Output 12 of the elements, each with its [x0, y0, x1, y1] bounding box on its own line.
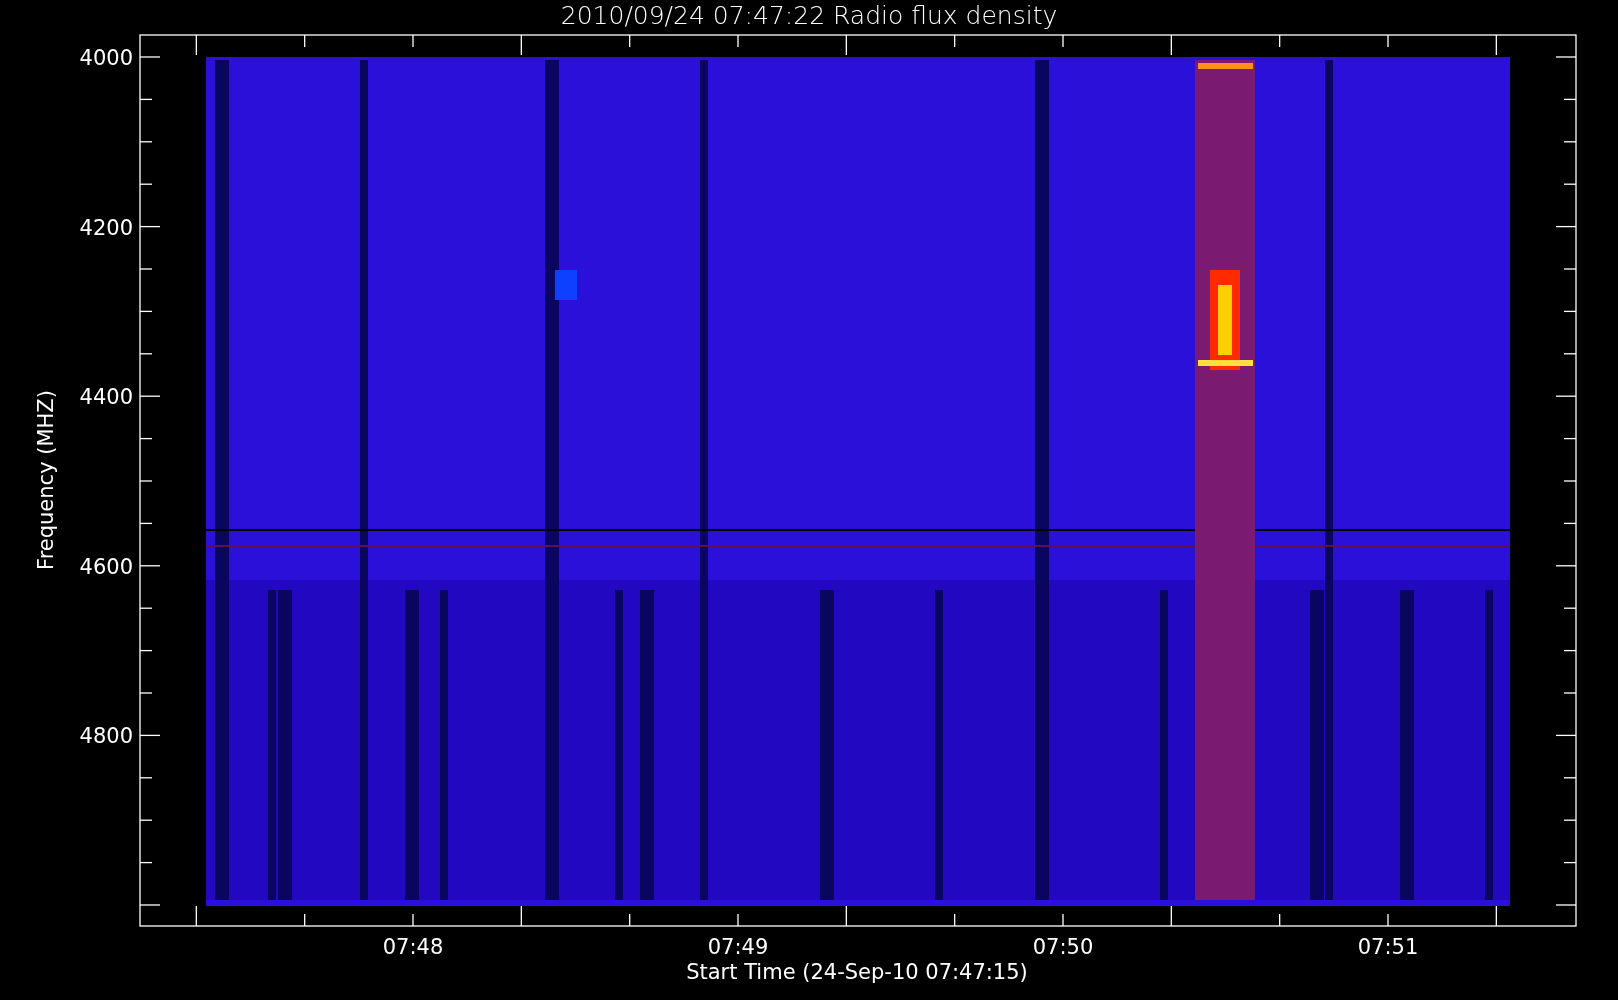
x-tick-label: 07:51	[1357, 935, 1419, 959]
y-tick-label: 4200	[79, 215, 133, 240]
x-tick-label: 07:49	[707, 935, 769, 959]
x-tick-label: 07:48	[382, 935, 444, 959]
y-axis-title: Frequency (MHZ)	[34, 390, 58, 570]
chart-title: 2010/09/24 07:47:22 Radio flux density	[560, 1, 1058, 30]
x-tick-label: 07:50	[1032, 935, 1094, 959]
x-axis-title: Start Time (24-Sep-10 07:47:15)	[686, 960, 1028, 984]
y-tick-label: 4800	[79, 724, 133, 749]
y-tick-label: 4400	[79, 385, 133, 410]
y-tick-label: 4000	[79, 46, 133, 70]
y-tick-label: 4600	[79, 554, 133, 579]
